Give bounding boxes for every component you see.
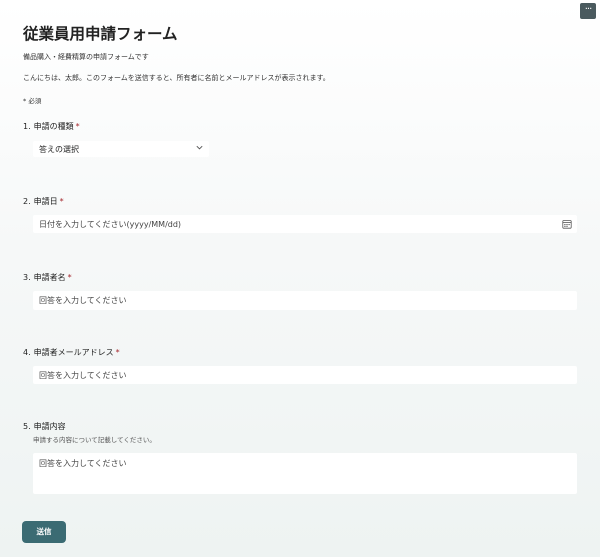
required-mark: * bbox=[67, 273, 72, 282]
question-2-title: 2. 申請日 * bbox=[23, 196, 64, 207]
question-label: 申請者メールアドレス bbox=[33, 348, 114, 357]
chevron-down-icon bbox=[196, 145, 203, 150]
applicant-email-input[interactable]: 回答を入力してください bbox=[33, 366, 577, 384]
request-date-input[interactable]: 日付を入力してください(yyyy/MM/dd) bbox=[33, 215, 577, 233]
question-4-title: 4. 申請者メールアドレス * bbox=[23, 347, 120, 358]
required-mark: * bbox=[75, 122, 80, 131]
question-1-title: 1. 申請の種類 * bbox=[23, 121, 80, 132]
more-options-button[interactable]: ··· bbox=[580, 3, 596, 19]
question-label: 申請内容 bbox=[33, 422, 66, 431]
question-label: 申請日 bbox=[33, 197, 58, 206]
question-number: 4. bbox=[23, 348, 31, 357]
question-5-subtitle: 申請する内容について記載してください。 bbox=[33, 436, 156, 444]
form-notice: こんにちは、太郎。このフォームを送信すると、所有者に名前とメールアドレスが表示さ… bbox=[23, 74, 330, 82]
submit-button[interactable]: 送信 bbox=[22, 521, 66, 543]
request-type-dropdown[interactable]: 答えの選択 bbox=[33, 141, 209, 157]
question-5-title: 5. 申請内容 bbox=[23, 421, 66, 432]
question-label: 申請者名 bbox=[33, 273, 66, 282]
question-3-title: 3. 申請者名 * bbox=[23, 272, 72, 283]
content-placeholder: 回答を入力してください bbox=[39, 459, 127, 468]
question-number: 5. bbox=[23, 422, 31, 431]
name-placeholder: 回答を入力してください bbox=[39, 296, 127, 305]
required-mark: * bbox=[59, 197, 64, 206]
email-placeholder: 回答を入力してください bbox=[39, 371, 127, 380]
dropdown-value: 答えの選択 bbox=[39, 145, 79, 154]
more-horizontal-icon: ··· bbox=[584, 4, 592, 15]
question-label: 申請の種類 bbox=[33, 122, 74, 131]
applicant-name-input[interactable]: 回答を入力してください bbox=[33, 291, 577, 310]
form-title: 従業員用申請フォーム bbox=[23, 25, 178, 43]
date-placeholder: 日付を入力してください(yyyy/MM/dd) bbox=[39, 220, 182, 229]
question-number: 1. bbox=[23, 122, 31, 131]
question-number: 3. bbox=[23, 273, 31, 282]
request-content-textarea[interactable]: 回答を入力してください bbox=[33, 453, 577, 494]
required-note: * 必須 bbox=[23, 97, 42, 105]
required-mark: * bbox=[115, 348, 120, 357]
form-description: 備品購入・経費精算の申請フォームです bbox=[23, 53, 149, 61]
calendar-icon[interactable] bbox=[562, 219, 572, 229]
question-number: 2. bbox=[23, 197, 31, 206]
